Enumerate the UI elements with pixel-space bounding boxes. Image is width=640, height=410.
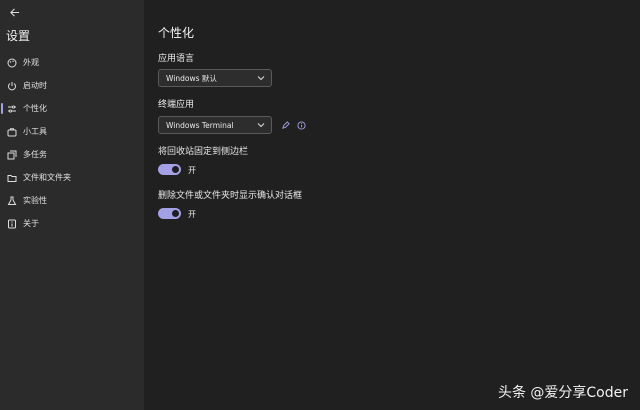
language-dropdown-value: Windows 默认 <box>166 73 217 83</box>
confirm-delete-state: 开 <box>188 210 196 219</box>
confirm-delete-toggle[interactable] <box>158 208 181 219</box>
briefcase-icon <box>7 127 17 137</box>
sidebar-item-label: 小工具 <box>23 127 47 136</box>
chevron-down-icon <box>257 76 265 81</box>
flask-icon <box>7 196 17 206</box>
back-arrow-icon <box>9 7 19 17</box>
sidebar-item-appearance[interactable]: 外观 <box>0 51 144 74</box>
sidebar-item-label: 外观 <box>23 58 39 67</box>
sidebar-item-label: 文件和文件夹 <box>23 173 71 182</box>
sidebar-item-label: 关于 <box>23 219 39 228</box>
terminal-label: 终端应用 <box>158 100 195 110</box>
sidebar-item-label: 启动时 <box>23 81 47 90</box>
confirm-delete-label: 删除文件或文件夹时显示确认对话框 <box>158 191 303 201</box>
sidebar: 设置 外观 启动时 个性化 小工具 多任务 文件和文件夹 实验性 关于 <box>0 0 144 410</box>
sidebar-item-experimental[interactable]: 实验性 <box>0 189 144 212</box>
page-title: 个性化 <box>158 26 195 40</box>
pin-recycle-state: 开 <box>188 166 196 175</box>
sidebar-item-startup[interactable]: 启动时 <box>0 74 144 97</box>
edit-terminal-button[interactable] <box>280 120 290 130</box>
terminal-dropdown-value: Windows Terminal <box>166 120 234 130</box>
main-content: 个性化 应用语言 Windows 默认 终端应用 Windows Termina… <box>144 0 640 410</box>
terminal-info-button[interactable] <box>296 120 306 130</box>
chevron-down-icon <box>257 123 265 128</box>
sidebar-item-tools[interactable]: 小工具 <box>0 120 144 143</box>
watermark: 头条 @爱分享Coder <box>497 385 628 401</box>
pin-recycle-label: 将回收站固定到侧边栏 <box>158 147 249 157</box>
power-icon <box>7 81 17 91</box>
sidebar-nav: 外观 启动时 个性化 小工具 多任务 文件和文件夹 实验性 关于 <box>0 51 144 235</box>
sidebar-item-label: 个性化 <box>23 104 47 113</box>
sliders-icon <box>7 104 17 114</box>
sidebar-item-files-folders[interactable]: 文件和文件夹 <box>0 166 144 189</box>
pin-recycle-toggle[interactable] <box>158 164 181 175</box>
folder-icon <box>7 173 17 183</box>
sidebar-item-multitasking[interactable]: 多任务 <box>0 143 144 166</box>
sidebar-item-label: 多任务 <box>23 150 47 159</box>
language-label: 应用语言 <box>158 54 195 64</box>
app-title: 设置 <box>6 29 31 43</box>
toggle-knob <box>172 166 179 173</box>
language-dropdown[interactable]: Windows 默认 <box>158 69 272 87</box>
info-icon <box>296 120 306 130</box>
sidebar-item-label: 实验性 <box>23 196 47 205</box>
palette-icon <box>7 58 17 68</box>
toggle-knob <box>172 210 179 217</box>
sidebar-item-about[interactable]: 关于 <box>0 212 144 235</box>
layers-icon <box>7 150 17 160</box>
info-card-icon <box>7 219 17 229</box>
back-button[interactable] <box>6 4 22 20</box>
pencil-icon <box>281 120 290 129</box>
sidebar-item-personalization[interactable]: 个性化 <box>0 97 144 120</box>
terminal-dropdown[interactable]: Windows Terminal <box>158 116 272 134</box>
